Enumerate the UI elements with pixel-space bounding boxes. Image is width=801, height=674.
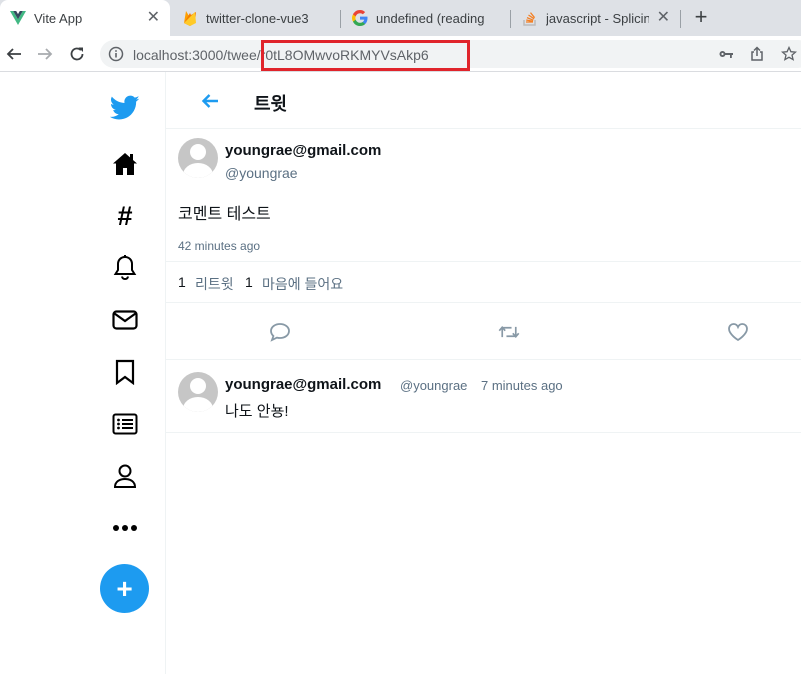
comment-text: 나도 안뇽! [225,403,289,420]
page-header: 트윗 [166,72,801,129]
bookmark-icon[interactable] [110,357,140,387]
more-icon[interactable] [110,513,140,543]
like-label: 마음에 들어요 [262,276,344,292]
google-icon [352,10,368,26]
share-icon[interactable] [747,44,767,64]
tweet-author-handle: @youngrae [225,165,298,181]
tab-separator [680,10,681,28]
comment-timestamp: 7 minutes ago [481,378,563,393]
back-arrow-icon[interactable] [199,90,221,112]
reload-icon[interactable] [65,42,89,66]
list-icon[interactable] [110,409,140,439]
compose-tweet-button[interactable]: + [100,564,149,613]
tab-title: undefined (reading [376,10,485,26]
twitter-logo-icon[interactable] [110,93,140,123]
tweet-stats: 1 리트윗 1 마음에 들어요 [166,261,801,303]
retweet-label: 리트윗 [195,276,234,292]
stackoverflow-icon [522,10,538,26]
password-key-icon[interactable] [716,44,736,64]
tab-title: twitter-clone-vue3 [206,10,309,26]
back-nav-icon[interactable] [2,42,26,66]
tab-separator [340,10,341,28]
reply-icon[interactable] [269,321,291,343]
tab-separator [510,10,511,28]
mail-icon[interactable] [110,305,140,335]
comment-author-name[interactable]: youngrae@gmail.com [225,376,381,393]
page-title: 트윗 [254,94,288,114]
like-count: 1 [245,274,253,290]
tab-undefined-reading[interactable]: undefined (reading [342,0,510,36]
forward-nav-icon[interactable] [33,42,57,66]
tab-title: javascript - Splicing [546,10,649,26]
tab-twitter-clone[interactable]: twitter-clone-vue3 [172,0,340,36]
url-base: localhost:3000/twee [133,47,257,63]
url-highlight-box [261,40,470,71]
profile-icon[interactable] [110,461,140,491]
page: # + 트윗 youngrae@gmail.com @youngrae 코멘트 … [0,72,801,674]
main-column: 트윗 youngrae@gmail.com @youngrae 코멘트 테스트 … [166,72,801,674]
retweet-icon[interactable] [498,321,520,343]
vue-icon [10,10,26,26]
tweet-actions [166,303,801,360]
home-icon[interactable] [110,149,140,179]
tab-title: Vite App [34,10,83,26]
avatar[interactable] [178,138,218,178]
firebase-icon [182,10,198,26]
comment-author-handle: @youngrae [400,378,468,393]
new-tab-button[interactable]: + [691,6,711,28]
close-tab-icon[interactable]: ✕ [657,10,670,26]
bookmark-star-icon[interactable] [779,44,799,64]
close-tab-icon[interactable]: ✕ [147,10,160,26]
tweet-text: 코멘트 테스트 [178,206,271,223]
tab-javascript-splicing[interactable]: javascript - Splicing ✕ [512,0,680,36]
bell-icon[interactable] [110,253,140,283]
tweet-timestamp: 42 minutes ago [178,239,261,253]
retweet-count: 1 [178,274,186,290]
site-info-icon[interactable] [108,46,124,62]
browser-tab-strip: Vite App ✕ twitter-clone-vue3 undefined … [0,0,801,36]
comment-item[interactable]: youngrae@gmail.com @youngrae 7 minutes a… [166,360,801,433]
tweet-author-name[interactable]: youngrae@gmail.com [225,142,381,159]
avatar[interactable] [178,372,218,412]
like-heart-icon[interactable] [727,321,749,343]
hashtag-icon[interactable]: # [110,201,140,231]
tab-vite-app[interactable]: Vite App ✕ [0,0,170,36]
sidebar: # + [100,72,166,674]
